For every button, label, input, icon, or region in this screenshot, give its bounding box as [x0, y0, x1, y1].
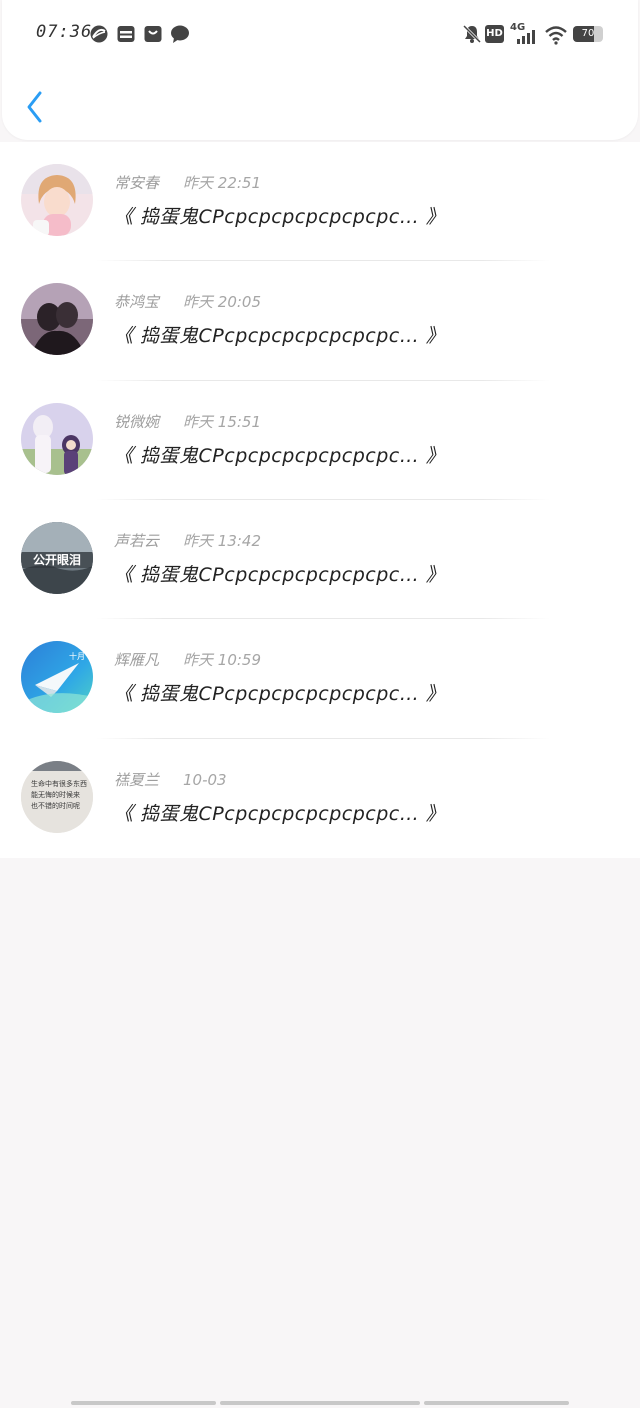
- message-text: 《 捣蛋鬼CPcpcpcpcpcpcpcpc… 》: [114, 683, 446, 706]
- note-line: 能无悔的时候来: [31, 790, 80, 799]
- status-time: 07:36: [36, 22, 93, 42]
- message-text: 《 捣蛋鬼CPcpcpcpcpcpcpcpc… 》: [114, 802, 446, 825]
- avatar-note-text: 生命中有很多东西 能无悔的时候来 也不错的时间呢: [31, 779, 87, 812]
- note-line: 也不错的时间呢: [31, 801, 80, 810]
- list-item[interactable]: 生命中有很多东西 能无悔的时候来 也不错的时间呢 禚夏兰 10-03 《 捣蛋鬼C…: [0, 739, 640, 858]
- battery-level: 70: [581, 28, 595, 39]
- message-time: 昨天 13:42: [183, 531, 262, 550]
- message-text: 《 捣蛋鬼CPcpcpcpcpcpcpcpc… 》: [114, 206, 446, 228]
- message-meta: 锐微婉 昨天 15:51: [114, 411, 261, 432]
- back-button[interactable]: [20, 86, 50, 126]
- avatar[interactable]: 公开眼泪: [21, 521, 93, 594]
- message-time: 10-03: [183, 770, 227, 789]
- avatar[interactable]: 生命中有很多东西 能无悔的时候来 也不错的时间呢: [21, 760, 93, 833]
- sender-name: 禚夏兰: [114, 770, 160, 789]
- note-line: 生命中有很多东西: [31, 779, 87, 788]
- sender-name: 恭鸿宝: [114, 293, 160, 312]
- list-item[interactable]: 十月 辉雁凡 昨天 10:59 《 捣蛋鬼CPcpcpcpcpcpcpcpc… 》: [0, 619, 640, 739]
- avatar[interactable]: [21, 164, 93, 236]
- avatar-plane-text: 十月: [69, 652, 85, 662]
- message-text: 《 捣蛋鬼CPcpcpcpcpcpcpcpc… 》: [114, 444, 446, 467]
- message-text: 《 捣蛋鬼CPcpcpcpcpcpcpcpc… 》: [114, 563, 446, 586]
- message-meta: 常安春 昨天 22:51: [114, 172, 261, 193]
- app-swirl-icon: [90, 25, 108, 43]
- list-item[interactable]: 恭鸿宝 昨天 20:05 《 捣蛋鬼CPcpcpcpcpcpcpcpc… 》: [0, 261, 640, 381]
- message-time: 昨天 15:51: [183, 412, 262, 431]
- avatar[interactable]: [21, 402, 93, 475]
- nav-bar-segment: [424, 1401, 569, 1405]
- message-time: 昨天 10:59: [183, 651, 262, 670]
- message-list: 常安春 昨天 22:51 《 捣蛋鬼CPcpcpcpcpcpcpcpc… 》 恭鸿…: [0, 142, 640, 858]
- status-bar: 07:36 HD 4G 70: [0, 0, 640, 70]
- nav-bar-segment: [220, 1401, 420, 1405]
- nav-bar-segment: [71, 1401, 216, 1405]
- shopping-bag-icon: [144, 26, 162, 42]
- list-item[interactable]: 公开眼泪 声若云 昨天 13:42 《 捣蛋鬼CPcpcpcpcpcpcpcpc……: [0, 500, 640, 620]
- sender-name: 声若云: [114, 531, 160, 550]
- wallet-icon: [117, 26, 135, 42]
- battery-icon: 70: [573, 26, 603, 42]
- sender-name: 常安春: [114, 174, 160, 192]
- chat-bubble-icon: [171, 25, 189, 43]
- avatar[interactable]: [21, 283, 93, 356]
- mute-bell-icon: [462, 24, 482, 44]
- avatar-banner-text: 公开眼泪: [32, 552, 81, 567]
- hd-badge: HD: [485, 25, 504, 43]
- message-text: 《 捣蛋鬼CPcpcpcpcpcpcpcpc… 》: [114, 325, 446, 348]
- list-item[interactable]: 锐微婉 昨天 15:51 《 捣蛋鬼CPcpcpcpcpcpcpcpc… 》: [0, 381, 640, 500]
- list-item[interactable]: 常安春 昨天 22:51 《 捣蛋鬼CPcpcpcpcpcpcpcpc… 》: [0, 142, 640, 262]
- message-time: 昨天 20:05: [183, 293, 262, 312]
- sender-name: 辉雁凡: [114, 651, 160, 670]
- message-time: 昨天 22:51: [183, 174, 262, 192]
- wifi-icon: [545, 26, 567, 45]
- sender-name: 锐微婉: [114, 412, 160, 431]
- message-meta: 声若云 昨天 13:42: [114, 530, 261, 551]
- signal-icon: 4G: [510, 22, 540, 46]
- avatar[interactable]: 十月: [21, 641, 93, 714]
- message-meta: 恭鸿宝 昨天 20:05: [114, 291, 261, 312]
- message-meta: 辉雁凡 昨天 10:59: [114, 649, 261, 670]
- chevron-left-icon: [27, 91, 42, 123]
- message-meta: 禚夏兰 10-03: [114, 769, 227, 790]
